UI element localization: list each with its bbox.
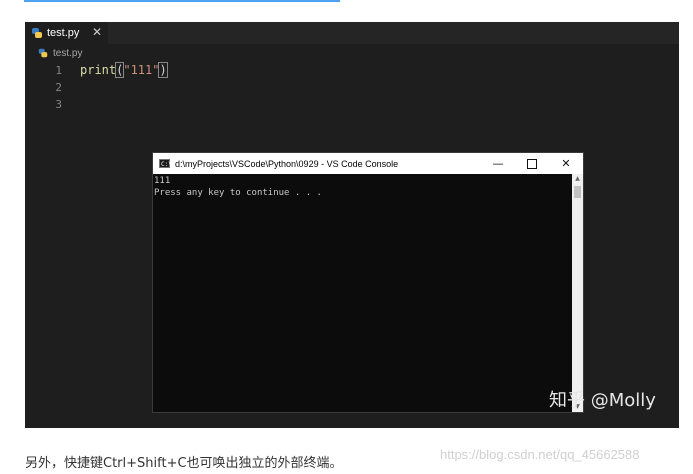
vscode-editor: test.py ✕ test.py 1 2 3 print("111") C:\… bbox=[25, 22, 679, 428]
console-titlebar[interactable]: C:\ d:\myProjects\VSCode\Python\0929 - V… bbox=[153, 153, 583, 174]
code-function: print bbox=[80, 63, 117, 77]
python-icon bbox=[32, 28, 42, 38]
close-icon[interactable]: ✕ bbox=[92, 25, 102, 39]
link-underline bbox=[24, 0, 340, 2]
console-scrollbar[interactable]: ▲ ▼ bbox=[572, 174, 583, 412]
zhihu-watermark: 知乎 @Molly bbox=[549, 390, 656, 411]
scroll-up-arrow-icon[interactable]: ▲ bbox=[572, 174, 583, 184]
line-number: 1 bbox=[55, 64, 62, 77]
code-paren: ) bbox=[158, 62, 168, 78]
line-number: 3 bbox=[55, 98, 62, 111]
editor-tabbar: test.py ✕ bbox=[25, 22, 679, 44]
python-icon bbox=[38, 48, 48, 58]
console-window[interactable]: C:\ d:\myProjects\VSCode\Python\0929 - V… bbox=[152, 152, 584, 413]
tab-label: test.py bbox=[47, 27, 80, 39]
console-title: d:\myProjects\VSCode\Python\0929 - VS Co… bbox=[175, 158, 399, 169]
cmd-icon: C:\ bbox=[159, 159, 172, 168]
code-line[interactable]: print("111") bbox=[80, 62, 168, 78]
console-line: 111 bbox=[154, 176, 171, 186]
console-line: Press any key to continue . . . bbox=[154, 188, 322, 198]
breadcrumb[interactable]: test.py bbox=[25, 44, 679, 62]
console-output[interactable]: 111 Press any key to continue . . . bbox=[153, 174, 571, 412]
code-string: "111" bbox=[123, 63, 160, 77]
line-number: 2 bbox=[55, 81, 62, 94]
minimize-button[interactable]: — bbox=[481, 153, 515, 174]
maximize-button[interactable] bbox=[515, 153, 549, 174]
tab-test-py[interactable]: test.py ✕ bbox=[25, 22, 108, 44]
breadcrumb-file[interactable]: test.py bbox=[53, 48, 82, 59]
caption-text: 另外，快捷键Ctrl+Shift+C也可唤出独立的外部终端。 bbox=[25, 456, 343, 471]
close-button[interactable]: ✕ bbox=[549, 153, 583, 174]
csdn-watermark: https://blog.csdn.net/qq_45662588 bbox=[440, 447, 640, 462]
scroll-thumb[interactable] bbox=[574, 186, 581, 198]
maximize-icon bbox=[527, 158, 537, 169]
